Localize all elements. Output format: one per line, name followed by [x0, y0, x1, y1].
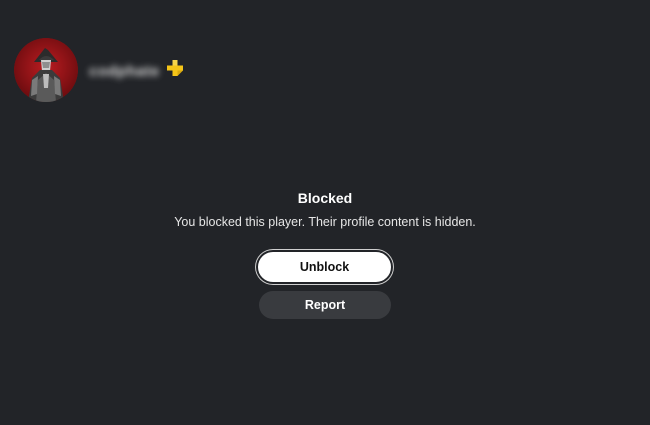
blocked-message: You blocked this player. Their profile c…	[174, 215, 476, 229]
profile-header: codphate	[14, 38, 184, 102]
username: codphate	[89, 62, 160, 80]
hunter-avatar-icon	[14, 38, 78, 102]
blocked-title: Blocked	[297, 190, 353, 206]
playstation-plus-icon	[166, 60, 183, 76]
profile-screen: codphate Blocked You blocked this player…	[0, 0, 650, 425]
avatar	[14, 38, 78, 102]
report-button[interactable]: Report	[259, 291, 391, 319]
unblock-button[interactable]: Unblock	[258, 252, 391, 282]
blocked-panel: Blocked You blocked this player. Their p…	[0, 190, 650, 230]
